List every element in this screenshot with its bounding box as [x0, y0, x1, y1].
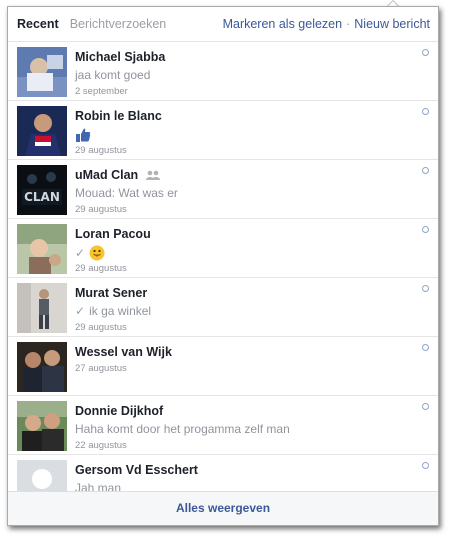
avatar [17, 283, 67, 333]
conversation-name: Loran Pacou [75, 227, 151, 241]
avatar [17, 106, 67, 156]
snippet-text: Mouad: Wat was er [75, 186, 178, 200]
avatar [17, 401, 67, 451]
conversation-date: 27 augustus [75, 363, 127, 374]
conversation-snippet: jaa komt goed [75, 68, 150, 82]
conversation-row[interactable]: CLAN uMad Clan Mouad: Wat was er 29 augu… [8, 160, 438, 219]
conversation-snippet: ✓ [75, 245, 105, 261]
mark-as-read-dot[interactable] [422, 49, 429, 56]
messages-dropdown: Recent Berichtverzoeken Markeren als gel… [7, 6, 439, 526]
conversation-date: 29 augustus [75, 322, 127, 333]
conversation-name: Gersom Vd Esschert [75, 463, 198, 477]
conversation-date: 29 augustus [75, 263, 127, 274]
avatar [17, 224, 67, 274]
check-icon: ✓ [75, 246, 86, 260]
conversation-date: 22 augustus [75, 440, 127, 451]
conversation-list: Michael Sjabba jaa komt goed 2 september… [8, 42, 438, 492]
snippet-text: jaa komt goed [75, 68, 151, 82]
thumbs-up-icon [76, 128, 91, 142]
conversation-date: 2 september [75, 86, 128, 97]
conversation-date: 29 augustus [75, 145, 127, 156]
mark-all-read-link[interactable]: Markeren als gelezen [223, 17, 343, 31]
conversation-name: Wessel van Wijk [75, 345, 172, 359]
conversation-name: Murat Sener [75, 286, 148, 300]
conversation-snippet: Haha komt door het progamma zelf man [75, 422, 290, 436]
conversation-row[interactable]: Murat Sener ✓ ik ga winkel 29 augustus [8, 278, 438, 337]
tongue-emoji-icon [89, 245, 105, 261]
conversation-snippet: ✓ ik ga winkel [75, 304, 151, 318]
snippet-text: ik ga winkel [89, 304, 152, 318]
conversation-snippet: Mouad: Wat was er [75, 186, 178, 200]
mark-as-read-dot[interactable] [422, 167, 429, 174]
mark-as-read-dot[interactable] [422, 403, 429, 410]
avatar-text: CLAN [24, 190, 60, 204]
separator: · [346, 17, 351, 31]
header-actions: Markeren als gelezen · Nieuw bericht [223, 17, 430, 31]
conversation-row[interactable]: Donnie Dijkhof Haha komt door het progam… [8, 396, 438, 455]
conversation-name: uMad Clan [75, 168, 161, 182]
conversation-row[interactable]: Gersom Vd Esschert Jah man [8, 455, 438, 492]
mark-as-read-dot[interactable] [422, 108, 429, 115]
check-icon: ✓ [75, 304, 86, 318]
conversation-snippet [75, 127, 91, 143]
mark-as-read-dot[interactable] [422, 462, 429, 469]
conversation-name: Robin le Blanc [75, 109, 162, 123]
mark-as-read-dot[interactable] [422, 226, 429, 233]
conversation-date: 29 augustus [75, 204, 127, 215]
tab-recent[interactable]: Recent [17, 17, 59, 31]
group-icon [146, 170, 161, 181]
avatar [17, 47, 67, 97]
conversation-row[interactable]: Robin le Blanc 29 augustus [8, 101, 438, 160]
tab-message-requests[interactable]: Berichtverzoeken [70, 17, 167, 31]
new-message-link[interactable]: Nieuw bericht [354, 17, 430, 31]
mark-as-read-dot[interactable] [422, 344, 429, 351]
conversation-name: Michael Sjabba [75, 50, 166, 64]
avatar [17, 460, 67, 492]
conversation-row[interactable]: Wessel van Wijk 27 augustus [8, 337, 438, 396]
conversation-name: Donnie Dijkhof [75, 404, 164, 418]
avatar: CLAN [17, 165, 67, 215]
see-all-button[interactable]: Alles weergeven [8, 491, 438, 525]
avatar [17, 342, 67, 392]
conversation-row[interactable]: Loran Pacou ✓ 29 augustus [8, 219, 438, 278]
conversation-row[interactable]: Michael Sjabba jaa komt goed 2 september [8, 42, 438, 101]
mark-as-read-dot[interactable] [422, 285, 429, 292]
messages-header: Recent Berichtverzoeken Markeren als gel… [8, 7, 438, 42]
conversation-name-text: uMad Clan [75, 168, 139, 182]
snippet-text: Haha komt door het progamma zelf man [75, 422, 290, 436]
